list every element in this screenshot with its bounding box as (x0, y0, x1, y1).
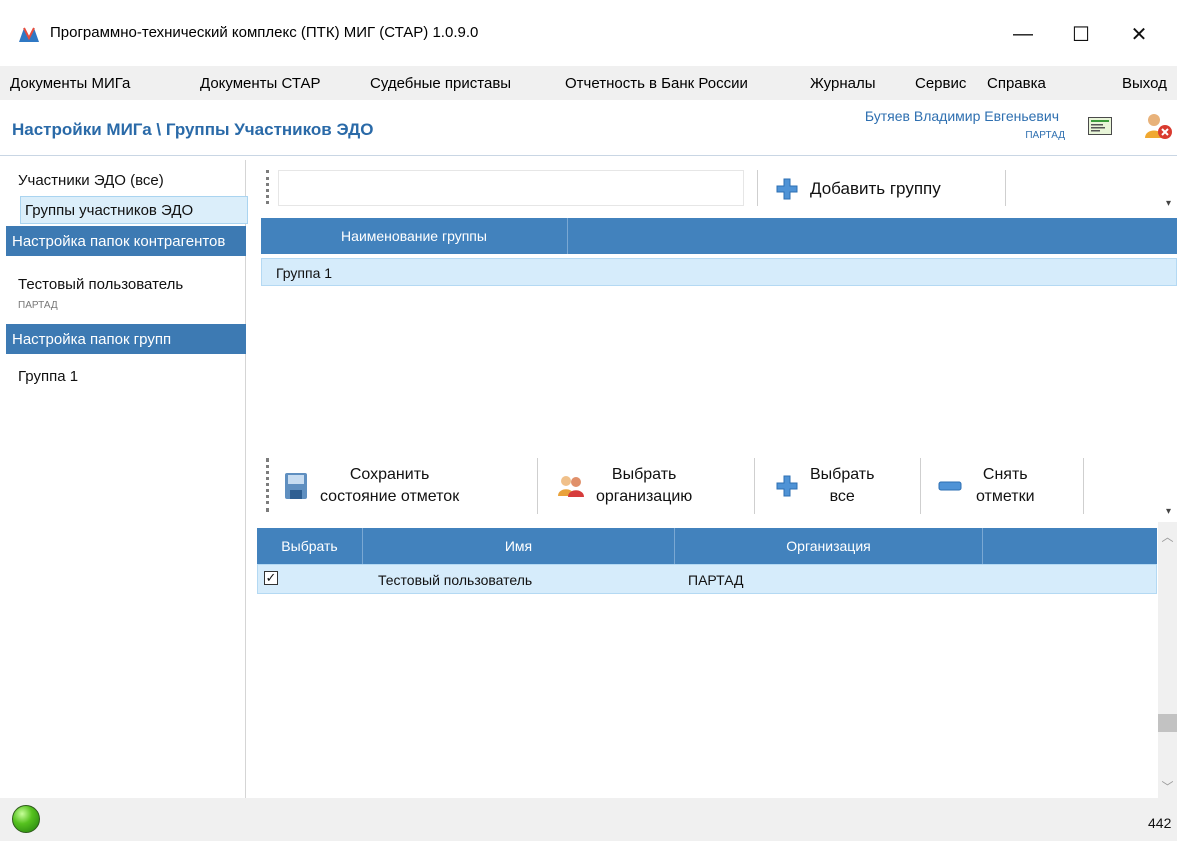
scroll-down-icon[interactable]: ﹀ (1158, 778, 1177, 795)
add-group-label: Добавить группу (810, 179, 941, 198)
save-marks-label-line2: состояние отметок (320, 488, 460, 505)
members-table-row[interactable]: ✓ Тестовый пользователь ПАРТАД (257, 564, 1157, 594)
users-icon (558, 476, 584, 497)
close-button[interactable]: ✕ (1116, 14, 1162, 54)
menu-journals[interactable]: Журналы (810, 75, 876, 92)
row-select-checkbox[interactable]: ✓ (264, 571, 278, 585)
save-marks-label-line1: Сохранить (349, 466, 430, 483)
sidebar: Участники ЭДО (все) Группы участников ЭД… (6, 160, 248, 798)
sidebar-header-group-folders[interactable]: Настройка папок групп (6, 324, 246, 354)
page-title: Настройки МИГа \ Группы Участников ЭДО (12, 120, 374, 139)
column-organization[interactable]: Организация (675, 528, 983, 564)
toolbar-divider (757, 170, 758, 206)
minimize-button[interactable]: — (1000, 14, 1046, 54)
user-name: Бутяев Владимир Евгеньевич (864, 108, 1059, 124)
choose-organization-label-line2: организацию (596, 488, 693, 505)
members-grid-header: Выбрать Имя Организация (257, 528, 1157, 564)
member-name-cell: Тестовый пользователь (378, 572, 533, 588)
menu-service[interactable]: Сервис (915, 75, 966, 92)
clear-marks-label-line2: отметки (976, 488, 1035, 505)
member-org-cell: ПАРТАД (688, 572, 744, 588)
toolbar-overflow-icon[interactable]: ▾ (1166, 198, 1171, 209)
maximize-button[interactable]: ☐ (1058, 14, 1104, 54)
toolbar-grip[interactable] (266, 458, 270, 512)
sidebar-item-all-participants[interactable]: Участники ЭДО (все) (6, 172, 246, 189)
menu-mig-documents[interactable]: Документы МИГа (10, 75, 130, 92)
group-search-input[interactable] (278, 170, 744, 206)
sidebar-header-contractor-folders[interactable]: Настройка папок контрагентов (6, 226, 246, 256)
minus-icon (938, 481, 962, 491)
logout-user-icon[interactable] (1143, 112, 1173, 140)
save-icon (285, 473, 307, 499)
page-header: Настройки МИГа \ Группы Участников ЭДО Б… (0, 100, 1177, 156)
plus-icon (776, 475, 798, 497)
toolbar-grip[interactable] (266, 170, 270, 204)
add-group-button[interactable]: Добавить группу (776, 174, 941, 204)
title-bar: Программно-технический комплекс (ПТК) МИ… (0, 0, 1177, 66)
groups-grid-header: Наименование группы (261, 218, 1177, 254)
sidebar-item-group-1[interactable]: Группа 1 (6, 368, 246, 385)
select-all-button[interactable]: Выбрать все (776, 458, 874, 514)
toolbar-divider (920, 458, 921, 514)
app-logo-icon (18, 24, 40, 44)
menu-star-documents[interactable]: Документы СТАР (200, 75, 321, 92)
toolbar-divider (1005, 170, 1006, 206)
sidebar-item-participant-groups[interactable]: Группы участников ЭДО (20, 196, 248, 224)
toolbar-divider (537, 458, 538, 514)
menu-bank-reporting[interactable]: Отчетность в Банк России (565, 75, 748, 92)
column-name[interactable]: Имя (363, 528, 675, 564)
choose-organization-button[interactable]: Выбрать организацию (556, 458, 692, 514)
certificate-icon[interactable] (1088, 117, 1112, 135)
scroll-up-icon[interactable]: ︿ (1158, 528, 1177, 545)
sidebar-item-test-user[interactable]: Тестовый пользователь (6, 276, 246, 293)
status-bar: 442 (0, 798, 1177, 841)
members-scrollbar[interactable]: ︿ ﹀ (1158, 522, 1177, 798)
menu-bar: Документы МИГа Документы СТАР Судебные п… (0, 66, 1177, 100)
group-name-cell: Группа 1 (276, 265, 333, 281)
plus-icon (776, 178, 798, 200)
status-counter: 442 (1148, 815, 1172, 831)
menu-bailiffs[interactable]: Судебные приставы (370, 75, 511, 92)
window-title: Программно-технический комплекс (ПТК) МИ… (50, 24, 479, 41)
select-all-label-line2: все (829, 488, 855, 505)
clear-marks-button[interactable]: Снять отметки (938, 458, 1035, 514)
sidebar-item-test-user-org: ПАРТАД (18, 300, 58, 311)
toolbar-divider (1083, 458, 1084, 514)
groups-table-row[interactable]: Группа 1 (261, 258, 1177, 286)
connection-status-icon (12, 805, 40, 833)
column-group-name[interactable]: Наименование группы (261, 218, 568, 254)
menu-exit[interactable]: Выход (1122, 75, 1167, 92)
column-select[interactable]: Выбрать (257, 528, 363, 564)
scrollbar-thumb[interactable] (1158, 714, 1177, 732)
toolbar-divider (754, 458, 755, 514)
select-all-label-line1: Выбрать (810, 466, 875, 483)
toolbar-overflow-icon[interactable]: ▾ (1166, 506, 1171, 517)
user-organization: ПАРТАД (1025, 130, 1065, 141)
clear-marks-label-line1: Снять (982, 466, 1028, 483)
menu-help[interactable]: Справка (987, 75, 1046, 92)
choose-organization-label-line1: Выбрать (611, 466, 677, 483)
save-marks-button[interactable]: Сохранить состояние отметок (284, 458, 459, 514)
